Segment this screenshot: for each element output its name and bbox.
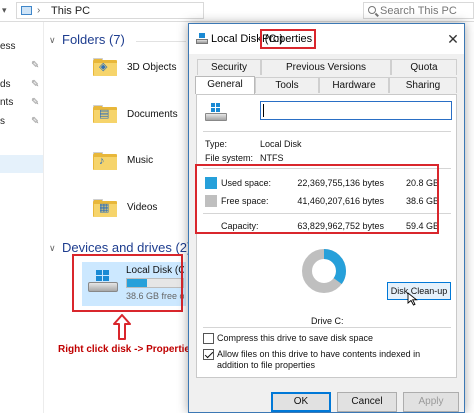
nav-item-this-pc-selected[interactable]	[0, 155, 43, 173]
pin-icon: ✎	[31, 97, 40, 108]
videos-folder-icon[interactable]: ▦	[93, 199, 117, 217]
text-caret	[263, 104, 264, 117]
documents-folder-icon[interactable]: ▤	[93, 105, 117, 123]
3d-objects-folder-icon[interactable]: ◈	[93, 58, 117, 76]
close-icon[interactable]: ✕	[444, 30, 462, 48]
devices-group-header[interactable]: Devices and drives (2)	[62, 240, 191, 255]
index-contents-label[interactable]: Allow files on this drive to have conten…	[217, 349, 453, 371]
tab-hardware[interactable]: Hardware	[319, 77, 389, 93]
apply-button[interactable]: Apply	[403, 392, 459, 412]
music-folder-icon[interactable]: ♪	[93, 152, 117, 170]
address-path: This PC	[51, 5, 91, 17]
file-system-label: File system:	[205, 153, 254, 163]
folder-label[interactable]: Music	[127, 155, 153, 166]
drive-label-input[interactable]	[260, 101, 452, 120]
pin-icon: ✎	[31, 79, 40, 90]
drive-highlight-box	[72, 254, 183, 312]
disk-usage-donut	[302, 249, 346, 293]
search-icon	[368, 6, 376, 14]
pin-icon: ✎	[31, 116, 40, 127]
drive-c-label: Drive C:	[311, 316, 344, 326]
nav-item-downloads[interactable]: ds	[0, 79, 11, 90]
ok-button[interactable]: OK	[271, 392, 331, 412]
tab-tools[interactable]: Tools	[255, 77, 319, 93]
nav-item-quick-access[interactable]: ess	[0, 41, 16, 52]
tab-previous-versions[interactable]: Previous Versions	[261, 59, 391, 75]
title-highlight-box	[260, 29, 316, 49]
hard-drive-icon	[205, 103, 227, 123]
folder-label[interactable]: 3D Objects	[127, 62, 176, 73]
group-divider	[136, 41, 186, 42]
arrow-up-icon	[113, 314, 131, 340]
search-box[interactable]	[363, 2, 474, 19]
nav-item-pictures[interactable]: s	[0, 116, 5, 127]
tab-sharing[interactable]: Sharing	[389, 77, 457, 93]
pin-icon: ✎	[31, 60, 40, 71]
dialog-title-bar[interactable]: Local Disk (C:) Properties ✕	[189, 24, 464, 54]
index-contents-checkbox[interactable]	[203, 349, 214, 360]
chevron-right-icon: ›	[37, 5, 41, 16]
tab-general[interactable]: General	[195, 76, 255, 94]
navigation-pane: ess ds ✎ nts ✎ s ✎ ✎	[0, 22, 44, 413]
folder-label[interactable]: Documents	[127, 109, 178, 120]
address-bar-area: ▾ › This PC	[0, 0, 474, 22]
hard-drive-icon	[196, 33, 208, 45]
properties-dialog: Local Disk (C:) Properties ✕ Security Pr…	[188, 23, 465, 413]
folder-label[interactable]: Videos	[127, 202, 157, 213]
compress-drive-checkbox[interactable]	[203, 333, 214, 344]
tab-security[interactable]: Security	[197, 59, 261, 75]
file-system-value: NTFS	[260, 153, 284, 163]
mouse-cursor-icon	[407, 292, 418, 306]
nav-item-documents[interactable]: nts	[0, 97, 13, 108]
chevron-down-icon[interactable]: ∨	[49, 35, 56, 46]
chevron-down-icon[interactable]: ∨	[49, 243, 56, 254]
type-value: Local Disk	[260, 139, 302, 149]
annotation-text: Right click disk -> Properties	[58, 344, 196, 355]
folders-group-header[interactable]: Folders (7)	[62, 32, 125, 47]
chevron-down-icon[interactable]: ▾	[2, 5, 12, 15]
tab-quota[interactable]: Quota	[391, 59, 457, 75]
search-input[interactable]	[380, 4, 472, 17]
divider	[203, 131, 451, 132]
space-info-highlight-box	[195, 164, 439, 234]
address-bar[interactable]: › This PC	[16, 2, 204, 19]
type-label: Type:	[205, 139, 228, 149]
this-pc-icon	[21, 6, 32, 15]
divider	[203, 327, 451, 328]
cancel-button[interactable]: Cancel	[337, 392, 397, 412]
general-tab-panel: Type: Local Disk File system: NTFS Used …	[196, 94, 457, 378]
compress-drive-label[interactable]: Compress this drive to save disk space	[217, 333, 453, 344]
disk-cleanup-button[interactable]: Disk Clean-up	[387, 282, 451, 300]
